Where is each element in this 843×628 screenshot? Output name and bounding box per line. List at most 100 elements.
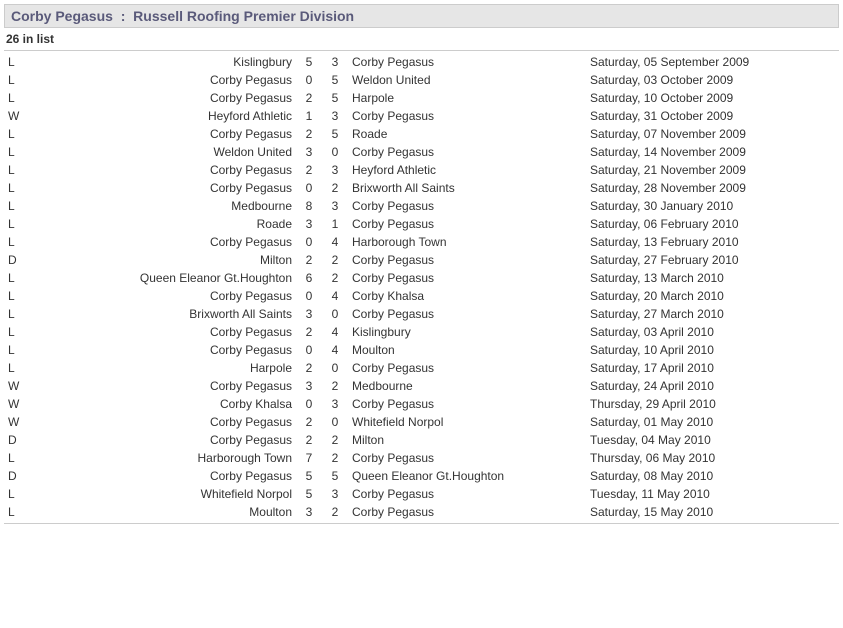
table-row: LCorby Pegasus04MoultonSaturday, 10 Apri… [4, 341, 839, 359]
table-row: WCorby Pegasus32MedbourneSaturday, 24 Ap… [4, 377, 839, 395]
away-team: Corby Pegasus [348, 503, 586, 524]
away-score: 3 [322, 161, 348, 179]
home-team: Corby Pegasus [30, 431, 296, 449]
result-code: L [4, 305, 30, 323]
result-code: W [4, 377, 30, 395]
result-code: L [4, 359, 30, 377]
match-date: Saturday, 27 March 2010 [586, 305, 839, 323]
home-team: Roade [30, 215, 296, 233]
away-score: 3 [322, 485, 348, 503]
result-code: L [4, 449, 30, 467]
home-score: 5 [296, 467, 322, 485]
away-score: 2 [322, 449, 348, 467]
result-code: W [4, 413, 30, 431]
table-row: LKislingbury53Corby PegasusSaturday, 05 … [4, 53, 839, 71]
away-score: 0 [322, 359, 348, 377]
home-score: 3 [296, 215, 322, 233]
away-team: Medbourne [348, 377, 586, 395]
home-score: 7 [296, 449, 322, 467]
match-date: Saturday, 21 November 2009 [586, 161, 839, 179]
match-date: Saturday, 14 November 2009 [586, 143, 839, 161]
match-date: Saturday, 03 April 2010 [586, 323, 839, 341]
result-code: L [4, 89, 30, 107]
away-team: Corby Pegasus [348, 305, 586, 323]
match-date: Tuesday, 04 May 2010 [586, 431, 839, 449]
result-code: L [4, 161, 30, 179]
away-score: 0 [322, 413, 348, 431]
match-date: Saturday, 27 February 2010 [586, 251, 839, 269]
result-code: W [4, 395, 30, 413]
away-team: Harborough Town [348, 233, 586, 251]
table-row: LCorby Pegasus04Corby KhalsaSaturday, 20… [4, 287, 839, 305]
home-team: Corby Pegasus [30, 341, 296, 359]
result-code: L [4, 143, 30, 161]
table-row: DCorby Pegasus22MiltonTuesday, 04 May 20… [4, 431, 839, 449]
result-code: L [4, 53, 30, 71]
match-date: Saturday, 20 March 2010 [586, 287, 839, 305]
match-date: Saturday, 24 April 2010 [586, 377, 839, 395]
away-team: Milton [348, 431, 586, 449]
home-score: 0 [296, 395, 322, 413]
home-score: 2 [296, 125, 322, 143]
away-team: Weldon United [348, 71, 586, 89]
table-row: LCorby Pegasus05Weldon UnitedSaturday, 0… [4, 71, 839, 89]
table-row: LCorby Pegasus24KislingburySaturday, 03 … [4, 323, 839, 341]
result-code: L [4, 323, 30, 341]
away-score: 5 [322, 467, 348, 485]
match-date: Saturday, 01 May 2010 [586, 413, 839, 431]
away-score: 5 [322, 125, 348, 143]
result-code: L [4, 485, 30, 503]
header-sep: : [121, 8, 126, 24]
away-score: 2 [322, 431, 348, 449]
away-team: Corby Pegasus [348, 197, 586, 215]
result-code: L [4, 197, 30, 215]
home-team: Queen Eleanor Gt.Houghton [30, 269, 296, 287]
away-score: 4 [322, 341, 348, 359]
away-team: Moulton [348, 341, 586, 359]
match-date: Saturday, 07 November 2009 [586, 125, 839, 143]
away-team: Roade [348, 125, 586, 143]
home-team: Corby Pegasus [30, 179, 296, 197]
away-score: 0 [322, 305, 348, 323]
match-date: Saturday, 13 March 2010 [586, 269, 839, 287]
result-code: L [4, 269, 30, 287]
home-team: Medbourne [30, 197, 296, 215]
count-label: 26 in list [4, 28, 839, 51]
away-team: Corby Pegasus [348, 107, 586, 125]
result-code: L [4, 179, 30, 197]
home-team: Whitefield Norpol [30, 485, 296, 503]
table-row: LBrixworth All Saints30Corby PegasusSatu… [4, 305, 839, 323]
match-date: Saturday, 15 May 2010 [586, 503, 839, 524]
home-score: 2 [296, 359, 322, 377]
away-score: 3 [322, 197, 348, 215]
home-team: Harpole [30, 359, 296, 377]
away-score: 4 [322, 233, 348, 251]
away-team: Corby Pegasus [348, 449, 586, 467]
result-code: L [4, 503, 30, 524]
match-date: Thursday, 29 April 2010 [586, 395, 839, 413]
away-score: 2 [322, 377, 348, 395]
match-date: Saturday, 08 May 2010 [586, 467, 839, 485]
away-team: Corby Pegasus [348, 485, 586, 503]
table-row: LRoade31Corby PegasusSaturday, 06 Februa… [4, 215, 839, 233]
home-score: 0 [296, 341, 322, 359]
away-score: 5 [322, 89, 348, 107]
match-date: Saturday, 10 October 2009 [586, 89, 839, 107]
away-team: Corby Pegasus [348, 395, 586, 413]
match-date: Saturday, 10 April 2010 [586, 341, 839, 359]
home-team: Corby Pegasus [30, 377, 296, 395]
away-team: Corby Pegasus [348, 53, 586, 71]
result-code: L [4, 71, 30, 89]
home-score: 5 [296, 485, 322, 503]
table-row: WCorby Pegasus20Whitefield NorpolSaturda… [4, 413, 839, 431]
away-score: 2 [322, 251, 348, 269]
result-code: L [4, 341, 30, 359]
table-row: LCorby Pegasus25HarpoleSaturday, 10 Octo… [4, 89, 839, 107]
home-team: Milton [30, 251, 296, 269]
home-score: 0 [296, 71, 322, 89]
home-score: 0 [296, 233, 322, 251]
header-division: Russell Roofing Premier Division [133, 8, 354, 24]
away-team: Corby Pegasus [348, 251, 586, 269]
home-score: 6 [296, 269, 322, 287]
match-date: Saturday, 28 November 2009 [586, 179, 839, 197]
